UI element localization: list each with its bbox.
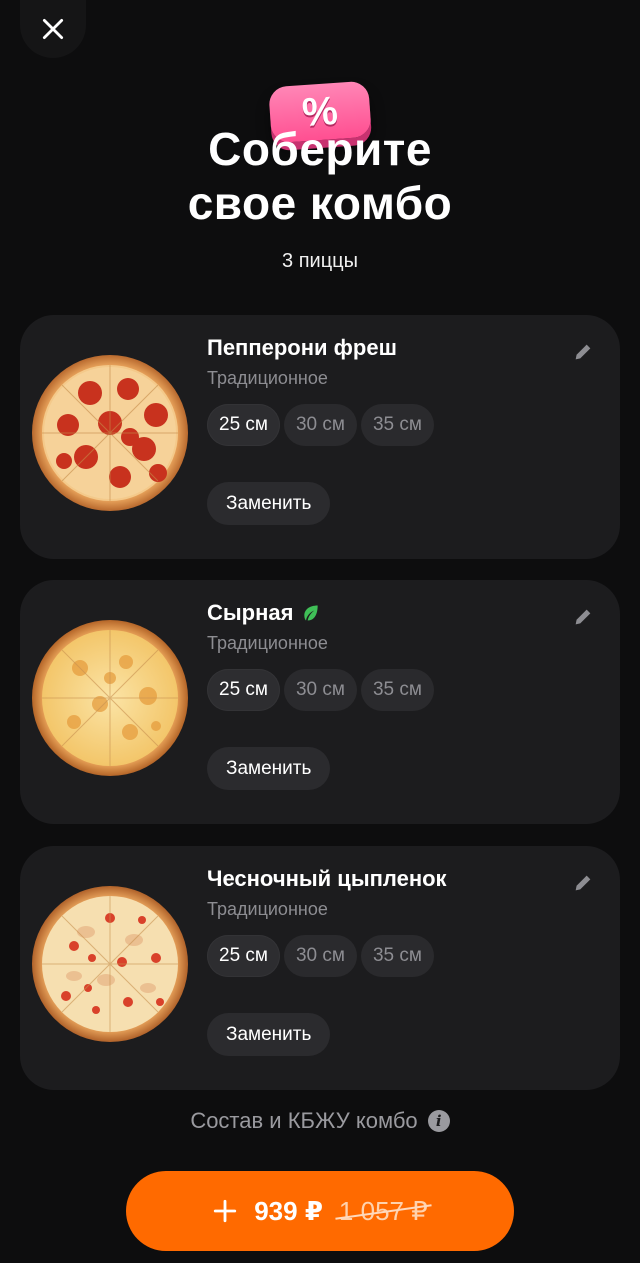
- size-option-30[interactable]: 30 см: [283, 669, 357, 711]
- size-option-25[interactable]: 25 см: [207, 669, 280, 711]
- add-to-cart-button[interactable]: 939 ₽ 1 057 ₽: [126, 1171, 514, 1251]
- pizza-image: [30, 618, 190, 778]
- size-selector: 25 см 30 см 35 см: [207, 935, 434, 977]
- replace-button[interactable]: Заменить: [207, 747, 331, 790]
- old-price: 1 057 ₽: [338, 1195, 428, 1226]
- size-option-35[interactable]: 35 см: [360, 935, 434, 977]
- page-subtitle: 3 пиццы: [282, 250, 358, 272]
- size-option-25[interactable]: 25 см: [207, 404, 280, 446]
- size-selector: 25 см 30 см 35 см: [207, 404, 434, 446]
- pencil-icon[interactable]: [572, 872, 594, 894]
- pizza-image: [30, 884, 190, 1044]
- pizza-name: Чесночный цыпленок: [207, 866, 447, 892]
- pencil-icon[interactable]: [572, 606, 594, 628]
- close-button[interactable]: [20, 0, 86, 58]
- replace-button[interactable]: Заменить: [207, 1013, 331, 1056]
- combo-builder-screen: % Соберите свое комбо 3 пиццы Пепперони …: [0, 0, 640, 1263]
- pizza-card-cheese[interactable]: Сырная Традиционное 25 см 30 см 35 см За…: [20, 580, 620, 824]
- info-icon: i: [427, 1110, 450, 1132]
- title-line-2: свое комбо: [187, 177, 453, 229]
- size-selector: 25 см 30 см 35 см: [207, 669, 434, 711]
- size-option-35[interactable]: 35 см: [360, 669, 434, 711]
- pizza-card-pepperoni[interactable]: Пепперони фреш Традиционное 25 см 30 см …: [20, 315, 620, 559]
- close-icon: [42, 18, 64, 40]
- dough-type: Традиционное: [207, 368, 328, 388]
- price: 939 ₽: [254, 1195, 323, 1226]
- pizza-name-text: Пепперони фреш: [207, 335, 397, 360]
- pizza-name: Пепперони фреш: [207, 335, 397, 361]
- title-line-1: Соберите: [208, 123, 432, 175]
- size-option-30[interactable]: 30 см: [283, 935, 357, 977]
- size-option-30[interactable]: 30 см: [283, 404, 357, 446]
- dough-type: Традиционное: [207, 899, 328, 919]
- page-title: Соберите свое комбо: [0, 122, 640, 230]
- composition-link-label: Состав и КБЖУ комбо: [190, 1108, 418, 1133]
- pencil-icon[interactable]: [572, 341, 594, 363]
- dough-type: Традиционное: [207, 633, 328, 653]
- pizza-name-text: Чесночный цыпленок: [207, 866, 447, 891]
- pizza-card-garlic-chicken[interactable]: Чесночный цыпленок Традиционное 25 см 30…: [20, 846, 620, 1090]
- leaf-icon: [304, 605, 319, 621]
- header: % Соберите свое комбо 3 пиццы: [0, 80, 640, 272]
- plus-icon: [214, 1199, 237, 1223]
- composition-link[interactable]: Состав и КБЖУ комбо i: [0, 1108, 640, 1134]
- pizza-name-text: Сырная: [207, 600, 294, 625]
- pizza-name: Сырная: [207, 600, 321, 626]
- replace-button[interactable]: Заменить: [207, 482, 331, 525]
- pizza-image: [30, 353, 190, 513]
- size-option-35[interactable]: 35 см: [360, 404, 434, 446]
- size-option-25[interactable]: 25 см: [207, 935, 280, 977]
